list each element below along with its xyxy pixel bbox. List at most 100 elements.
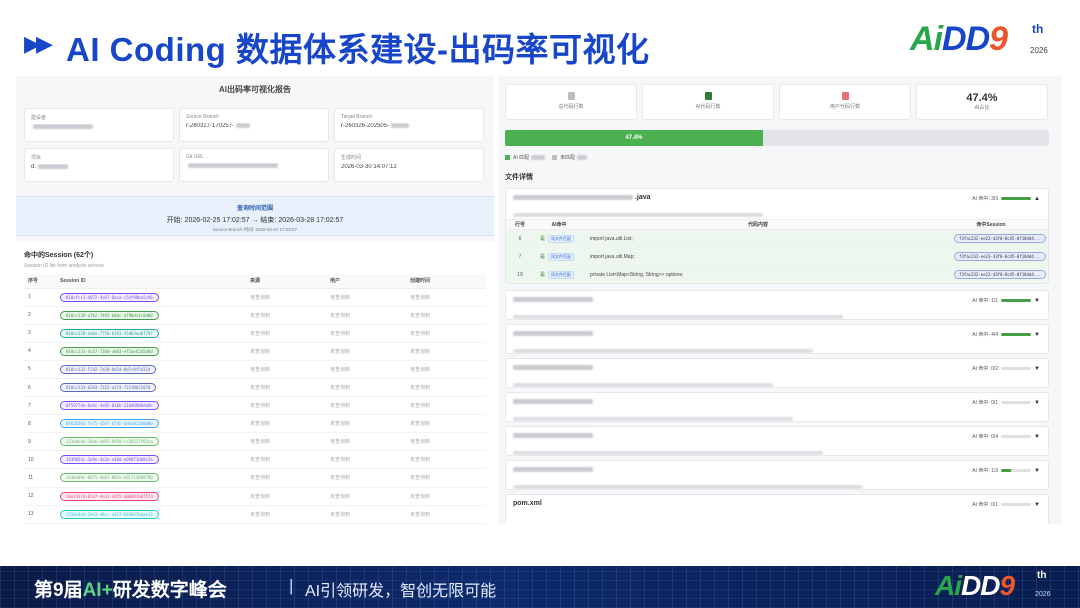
table-row[interactable]: 3 018cc128-da6e-7750-b193-35d63ea07797 未查询… <box>24 324 486 343</box>
file-card[interactable]: .java AI 命中: 3/3 ▲ 行号 AI命中 代码内容 命中Session 6 是同文件… <box>505 188 1049 284</box>
ai-ratio-bar: 47.4% <box>505 130 1049 146</box>
session-id-pill[interactable]: 131ade4a-16e6-4d92-9d50-cc20337492ca <box>60 437 159 447</box>
line-number: 19 <box>506 265 534 283</box>
column-header: 行号 <box>506 219 534 230</box>
table-row[interactable]: 8 0f620201-fa75-4587-b7d5-6dea01340a0b 未查询… <box>24 414 486 434</box>
caret-down-icon[interactable]: ▼ <box>1034 502 1040 508</box>
caret-down-icon[interactable]: ▼ <box>1034 434 1040 440</box>
source-cell: 未查询到 <box>246 378 326 398</box>
source-cell: 未查询到 <box>246 432 326 452</box>
info-card-target-branch: Target Branch r-260326-202505- <box>334 108 484 142</box>
file-path <box>513 478 933 489</box>
created-time-cell: 未查询到 <box>406 288 486 307</box>
source-cell: 未查询到 <box>246 468 326 488</box>
caret-up-icon[interactable]: ▲ <box>1034 196 1040 202</box>
session-id-pill[interactable]: 143ba89c-0675-4e07-887e-b01713889790 <box>60 473 159 483</box>
session-id-pill[interactable]: 018cc132-57d2-7a50-8d14-0d7c9f5421d <box>60 364 157 374</box>
robot-icon <box>704 92 712 100</box>
row-index: 8 <box>24 414 56 434</box>
table-row[interactable]: 2 018cc139-a7b2-7492-b0bc-4f90dc4c8d00 未查询… <box>24 306 486 325</box>
file-name <box>513 466 593 473</box>
source-cell: 未查询到 <box>246 360 326 379</box>
file-card[interactable]: AI 命中: 1/3 ▼ <box>505 460 1049 490</box>
column-header: 创建时间 <box>406 274 486 289</box>
table-row[interactable]: 12 18e7d37d-0147-4e31-a955-a00681a0757d 未查… <box>24 487 486 506</box>
session-id-cell: 018cfcc1-4072-4c67-8aca-c54f98ba5c96 <box>56 288 246 307</box>
stat-card-total-lines: 总代码行数 <box>505 84 637 120</box>
file-card[interactable]: AI 命中: 0/4 ▼ <box>505 426 1049 456</box>
hit-progress-bar <box>1001 367 1032 370</box>
created-time-cell: 未查询到 <box>406 396 486 416</box>
caret-down-icon[interactable]: ▼ <box>1034 366 1040 372</box>
created-time-cell: 未查询到 <box>406 360 486 379</box>
user-cell: 未查询到 <box>326 505 406 524</box>
session-id-pill[interactable]: 018cc133-0203-7162-a274-721f0621070 <box>60 383 157 393</box>
source-cell: 未查询到 <box>246 306 326 325</box>
code-row: 19 是同文件匹配 private List<Map<String, String>… <box>506 265 1048 283</box>
session-section: 命中的Session (62个) Session ID list from an… <box>16 242 494 524</box>
table-row[interactable]: 5 018cc132-57d2-7a50-8d14-0d7c9f5421d 未查询到… <box>24 360 486 379</box>
session-id-pill[interactable]: 018cc131-4c67-7200-a803-ef5ae62d5d0d <box>60 346 159 356</box>
hit-progress-bar <box>1001 197 1032 200</box>
ai-hit-cell: 是同文件匹配 <box>534 229 584 248</box>
table-row[interactable]: 4 018cc131-4c67-7200-a803-ef5ae62d5d0d 未查询… <box>24 342 486 361</box>
ai-ratio-value: 47.4% <box>966 92 998 104</box>
session-id-pill[interactable]: 018cc139-a7b2-7492-b0bc-4f90dc4c8d00 <box>60 310 159 320</box>
session-id-pill[interactable]: 018cc128-da6e-7750-b193-35d63ea07797 <box>60 328 159 338</box>
created-time-cell: 未查询到 <box>406 505 486 524</box>
session-cell: f3fac232-ee23-43f0-8c45-0f18dd4... <box>932 265 1048 283</box>
table-row[interactable]: 10 1439b5dc-3e9e-4a3a-a40d-e09071db8c2a 未查… <box>24 450 486 470</box>
session-cell: f3fac232-ee23-43f0-8c45-0f18dd4... <box>932 229 1048 248</box>
user-cell: 未查询到 <box>326 432 406 452</box>
column-header: 代码内容 <box>584 219 932 230</box>
user-cell: 未查询到 <box>326 450 406 470</box>
stat-card-ai-ratio: 47.4% AI占比 <box>916 84 1048 120</box>
caret-down-icon[interactable]: ▼ <box>1034 468 1040 474</box>
session-id-pill[interactable]: 0f59774e-6e4c-4e92-81bb-21840908da0e <box>60 401 159 411</box>
ai-ratio-bar-fill: 47.4% <box>505 130 763 146</box>
column-header: 用户 <box>326 274 406 289</box>
table-row[interactable]: 9 131ade4a-16e6-4d92-9d50-cc20337492ca 未查询… <box>24 432 486 452</box>
session-id-pill[interactable]: 018cfcc1-4072-4c67-8aca-c54f98ba5c96 <box>60 292 159 302</box>
files-title: 文件详情 <box>505 174 533 181</box>
session-pill[interactable]: f3fac232-ee23-43f0-8c45-0f18dd4... <box>954 234 1046 243</box>
table-row[interactable]: 6 018cc133-0203-7162-a274-721f0621070 未查询到… <box>24 378 486 398</box>
session-id-cell: 018cc128-da6e-7750-b193-35d63ea07797 <box>56 324 246 343</box>
session-id-cell: 018cc131-4c67-7200-a803-ef5ae62d5d0d <box>56 342 246 361</box>
session-id-cell: 1439b5dc-3e9e-4a3a-a40d-e09071db8c2a <box>56 450 246 470</box>
session-id-cell: 1558c4a4-19c3-48cc-a317-644047baaa13 <box>56 505 246 524</box>
row-index: 6 <box>24 378 56 398</box>
caret-down-icon[interactable]: ▼ <box>1034 400 1040 406</box>
code-content: import java.util.Map; <box>584 247 932 266</box>
file-card[interactable]: AI 命中: 4/4 ▼ <box>505 324 1049 354</box>
table-row[interactable]: 13 1558c4a4-19c3-48cc-a317-644047baaa13 未查… <box>24 505 486 524</box>
file-card[interactable]: AI 命中: 1/1 ▼ <box>505 290 1049 320</box>
file-card[interactable]: pom.xml AI 命中: 0/1 ▼ <box>505 494 1049 524</box>
file-name <box>513 296 593 303</box>
user-cell: 未查询到 <box>326 288 406 307</box>
session-pill[interactable]: f3fac232-ee23-43f0-8c45-0f18dd4... <box>954 270 1046 279</box>
file-card[interactable]: AI 命中: 0/2 ▼ <box>505 358 1049 388</box>
session-pill[interactable]: f3fac232-ee23-43f0-8c45-0f18dd4... <box>954 252 1046 261</box>
session-id-pill[interactable]: 0f620201-fa75-4587-b7d5-6dea01340a0b <box>60 419 159 429</box>
report-title: AI出码率可视化报告 <box>219 85 291 94</box>
info-card-project: 项目 d. <box>24 148 174 182</box>
file-card[interactable]: AI 命中: 0/1 ▼ <box>505 392 1049 422</box>
session-subtitle: Session ID list from analysis service <box>24 263 104 269</box>
event-name: 第9届AI+研发数字峰会 <box>34 580 227 601</box>
session-id-pill[interactable]: 1558c4a4-19c3-48cc-a317-644047baaa13 <box>60 509 159 519</box>
file-icon <box>567 92 575 100</box>
session-id-pill[interactable]: 18e7d37d-0147-4e31-a955-a00681a0757d <box>60 491 159 501</box>
code-content: import java.util.List; <box>584 229 932 248</box>
hit-progress-bar <box>1001 435 1032 438</box>
info-card-git-url: Git URL <box>179 148 329 182</box>
session-id-pill[interactable]: 1439b5dc-3e9e-4a3a-a40d-e09071db8c2a <box>60 455 159 465</box>
source-cell: 未查询到 <box>246 324 326 343</box>
line-number: 7 <box>506 247 534 266</box>
file-name <box>513 398 593 405</box>
table-row[interactable]: 1 018cfcc1-4072-4c67-8aca-c54f98ba5c96 未查询… <box>24 288 486 307</box>
caret-down-icon[interactable]: ▼ <box>1034 332 1040 338</box>
table-row[interactable]: 7 0f59774e-6e4c-4e92-81bb-21840908da0e 未查询… <box>24 396 486 416</box>
caret-down-icon[interactable]: ▼ <box>1034 298 1040 304</box>
table-row[interactable]: 11 143ba89c-0675-4e07-887e-b01713889790 未查… <box>24 468 486 488</box>
